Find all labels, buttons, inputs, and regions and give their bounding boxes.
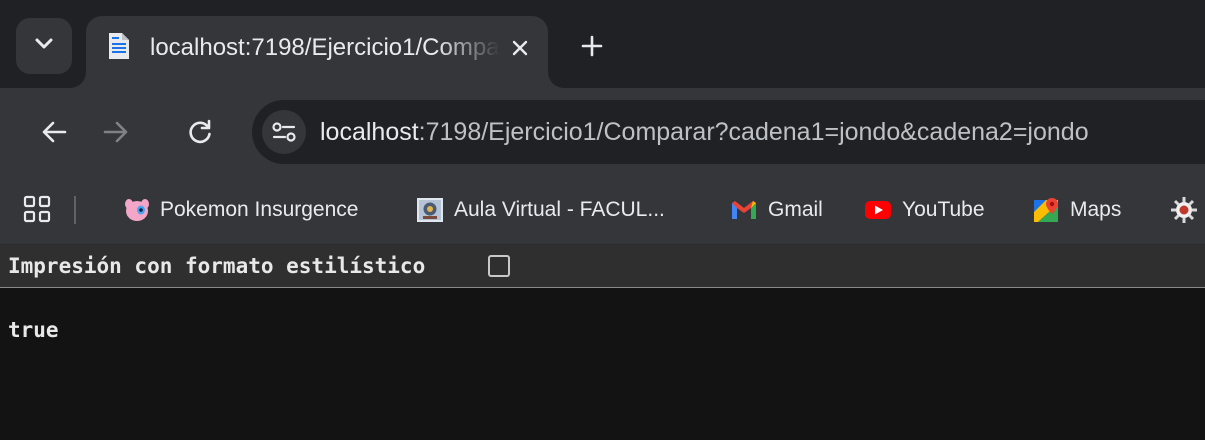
reload-icon bbox=[189, 119, 211, 144]
bookmark-label: Aula Virtual - FACUL... bbox=[454, 198, 665, 221]
aula-virtual-icon bbox=[417, 198, 443, 222]
pretty-print-bar: Impresión con formato estilístico bbox=[0, 245, 1205, 288]
pretty-print-label: Impresión con formato estilístico bbox=[8, 254, 426, 278]
bookmark-maps[interactable]: Maps bbox=[1032, 190, 1121, 230]
bookmark-label: Maps bbox=[1070, 198, 1122, 221]
forward-button[interactable] bbox=[96, 112, 136, 152]
bookmarks-divider bbox=[74, 196, 76, 224]
bookmark-pokemon-insurgence[interactable]: Pokemon Insurgence bbox=[122, 190, 358, 230]
bookmark-label: Pokemon Insurgence bbox=[160, 198, 359, 221]
bookmark-label: Gmail bbox=[768, 198, 823, 221]
response-body: true bbox=[8, 318, 59, 342]
tab-search-button[interactable] bbox=[16, 18, 72, 74]
address-bar[interactable]: localhost:7198/Ejercicio1/Comparar?caden… bbox=[252, 100, 1205, 164]
new-tab-button[interactable] bbox=[574, 28, 610, 64]
close-icon bbox=[512, 40, 528, 56]
url-path: :7198/Ejercicio1/Comparar?cadena1=jondo&… bbox=[418, 118, 1089, 146]
apps-button[interactable] bbox=[22, 194, 52, 224]
forward-arrow-icon bbox=[103, 121, 128, 143]
bookmark-gmail[interactable]: Gmail bbox=[730, 190, 823, 230]
chevron-down-icon bbox=[34, 37, 54, 56]
back-arrow-icon bbox=[42, 121, 67, 143]
plus-icon bbox=[581, 35, 603, 57]
site-settings-icon bbox=[272, 122, 296, 142]
reload-button[interactable] bbox=[180, 112, 220, 152]
maps-icon bbox=[1034, 198, 1058, 222]
browser-window: localhost:7198/Ejercicio1/Comparar?caden… bbox=[0, 0, 1205, 440]
pokemon-icon bbox=[125, 199, 149, 221]
back-button[interactable] bbox=[34, 112, 74, 152]
url-text[interactable]: localhost:7198/Ejercicio1/Comparar?caden… bbox=[320, 115, 1089, 149]
bookmark-label: YouTube bbox=[902, 198, 985, 221]
youtube-icon bbox=[865, 201, 891, 219]
tab-active[interactable]: localhost:7198/Ejercicio1/Comparar?caden… bbox=[86, 16, 548, 88]
pretty-print-checkbox[interactable] bbox=[488, 255, 510, 277]
bookmark-aula-virtual[interactable]: Aula Virtual - FACUL... bbox=[416, 190, 665, 230]
apps-grid-icon bbox=[23, 195, 51, 223]
tab-strip: localhost:7198/Ejercicio1/Comparar?caden… bbox=[0, 0, 1205, 88]
toolbar: localhost:7198/Ejercicio1/Comparar?caden… bbox=[0, 88, 1205, 176]
gmail-icon bbox=[732, 201, 756, 219]
bookmark-youtube[interactable]: YouTube bbox=[864, 190, 985, 230]
tab-title: localhost:7198/Ejercicio1/Comparar?caden… bbox=[150, 34, 500, 61]
tab-close-button[interactable] bbox=[504, 32, 536, 64]
site-info-button[interactable] bbox=[262, 110, 306, 154]
extension-icon[interactable] bbox=[1170, 196, 1198, 224]
bookmarks-bar: Pokemon Insurgence Aula Virtual - FACUL.… bbox=[0, 176, 1205, 245]
url-host: localhost bbox=[320, 118, 419, 146]
document-icon bbox=[108, 32, 130, 60]
page-content: Impresión con formato estilístico true bbox=[0, 245, 1205, 440]
